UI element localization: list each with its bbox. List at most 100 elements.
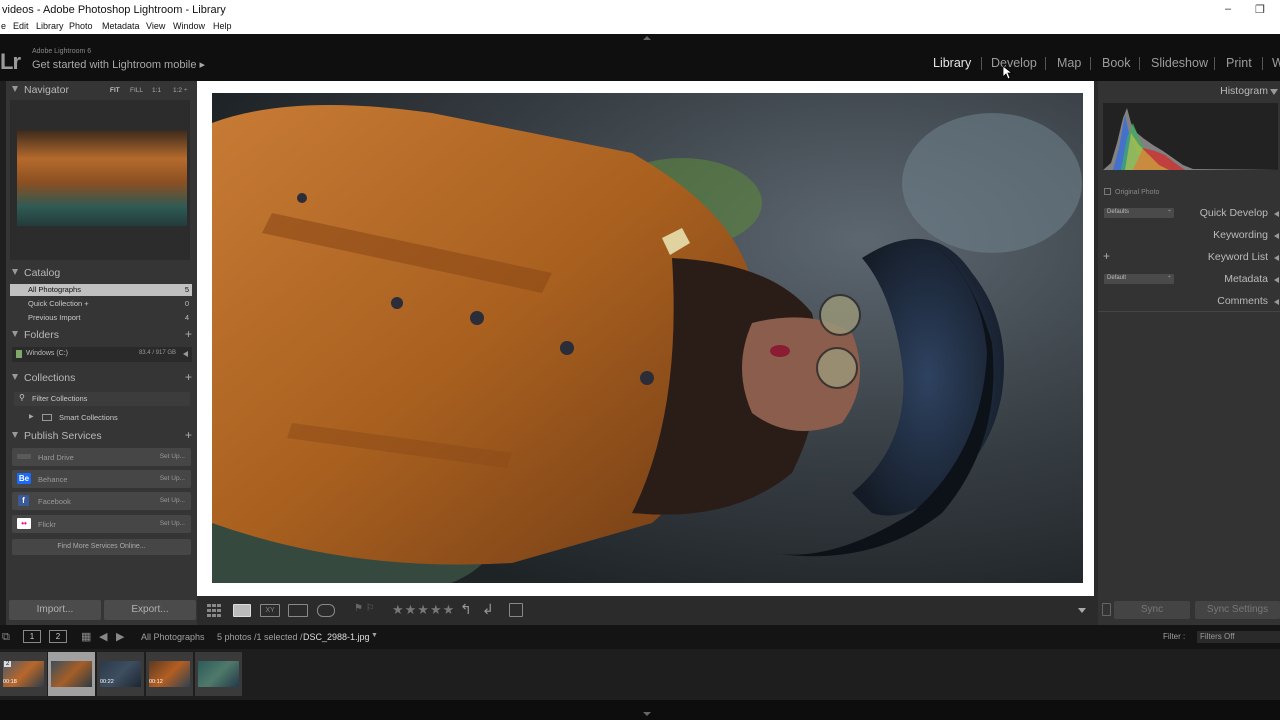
menu-view[interactable]: View [146, 21, 165, 31]
selected-filename[interactable]: DSC_2988-1.jpg [303, 632, 370, 642]
menu-library[interactable]: Library [36, 21, 64, 31]
restore-button[interactable]: ❐ [1255, 3, 1265, 16]
filmstrip-thumbnail[interactable] [195, 652, 242, 696]
publish-facebook[interactable]: f Facebook Set Up... [12, 492, 191, 510]
setup-button[interactable]: Set Up... [160, 453, 185, 460]
crop-overlay-icon[interactable] [509, 603, 523, 617]
menu-file[interactable]: e [1, 21, 6, 31]
module-develop[interactable]: Develop [991, 56, 1037, 70]
main-photo[interactable] [212, 93, 1083, 583]
module-slideshow[interactable]: Slideshow [1151, 56, 1208, 70]
filename-dropdown-icon[interactable]: ▼ [371, 632, 378, 639]
publish-services-header[interactable]: Publish Services + [6, 428, 197, 445]
folder-item-windows-c[interactable]: Windows (C:) 83.4 / 917 GB [12, 347, 192, 362]
add-keyword-icon[interactable]: + [1103, 249, 1110, 263]
survey-view-icon[interactable] [288, 604, 308, 617]
flickr-icon: •• [17, 518, 31, 529]
module-book[interactable]: Book [1102, 56, 1131, 70]
minimize-button[interactable]: – [1225, 3, 1231, 15]
auto-sync-toggle[interactable] [1102, 603, 1111, 616]
menu-window[interactable]: Window [173, 21, 205, 31]
catalog-header[interactable]: Catalog [6, 265, 197, 282]
filmstrip-source[interactable]: All Photographs [141, 632, 205, 642]
collapse-triangle-icon [12, 269, 18, 275]
navigator-thumbnail[interactable] [17, 130, 187, 226]
histogram-header[interactable]: Histogram [1098, 81, 1280, 101]
folders-header[interactable]: Folders + [6, 327, 197, 344]
expand-arrow-icon[interactable] [183, 351, 188, 357]
flag-icons[interactable]: ⚑ ⚐ [354, 603, 375, 614]
collapse-top-arrow-icon[interactable] [643, 36, 651, 40]
module-library[interactable]: Library [933, 56, 971, 70]
filmstrip-thumbnail[interactable] [48, 652, 95, 696]
compare-view-icon[interactable]: XY [260, 604, 280, 617]
forward-arrow-icon[interactable]: ▶ [116, 630, 124, 643]
module-print[interactable]: Print [1226, 56, 1252, 70]
catalog-item-quick-collection[interactable]: Quick Collection + 0 [10, 298, 192, 310]
select-caret-icon: ÷ [1167, 209, 1171, 215]
grid-view-icon[interactable] [207, 604, 225, 617]
main-window-button[interactable]: 1 [23, 630, 41, 643]
nav-1-1-option[interactable]: 1:1 [152, 87, 161, 94]
star-rating[interactable]: ★★★★★ [392, 602, 455, 618]
filter-select[interactable]: Filters Off [1197, 631, 1280, 643]
sync-button[interactable]: Sync [1114, 601, 1190, 619]
menu-help[interactable]: Help [213, 21, 232, 31]
original-photo-checkbox[interactable]: Original Photo [1104, 188, 1159, 196]
thumbnail-image [51, 661, 92, 687]
find-more-services-button[interactable]: Find More Services Online... [12, 539, 191, 555]
navigator-header[interactable]: Navigator FIT FILL 1:1 1:2 ÷ [6, 82, 197, 99]
filter-collections-field[interactable]: ⚲ Filter Collections [14, 392, 190, 406]
second-window-button[interactable]: 2 [49, 630, 67, 643]
metadata-preset-select[interactable]: Default ÷ [1104, 274, 1174, 284]
people-view-icon[interactable] [317, 604, 335, 617]
facebook-icon: f [18, 495, 29, 506]
menu-metadata[interactable]: Metadata [102, 21, 140, 31]
secondary-display-icon[interactable]: ⧉ [2, 631, 10, 644]
add-folder-icon[interactable]: + [185, 327, 192, 341]
filmstrip-thumbnail[interactable]: 00:12 [146, 652, 193, 696]
keyword-list-header[interactable]: + Keyword List [1098, 247, 1280, 267]
back-arrow-icon[interactable]: ◀ [99, 630, 107, 643]
expand-triangle-icon[interactable]: ▶ [29, 413, 34, 420]
publish-flickr[interactable]: •• Flickr Set Up... [12, 515, 191, 533]
checkbox-box[interactable] [1104, 188, 1111, 195]
lightroom-mobile-link[interactable]: Get started with Lightroom mobile ▸ [32, 58, 205, 71]
import-button[interactable]: Import... [9, 600, 101, 620]
collapse-bottom-arrow-icon[interactable] [643, 712, 651, 716]
collection-item-smart-collections[interactable]: ▶ Smart Collections [14, 411, 190, 425]
filmstrip-thumbnail[interactable]: 00:18 2 [0, 652, 47, 696]
module-web[interactable]: W [1272, 56, 1280, 70]
histogram-graph[interactable] [1103, 103, 1278, 170]
smart-collection-icon [42, 414, 52, 421]
saved-preset-select[interactable]: Defaults ÷ [1104, 208, 1174, 218]
nav-1-2-option[interactable]: 1:2 ÷ [173, 87, 187, 94]
catalog-item-all-photographs[interactable]: All Photographs 5 [10, 284, 192, 296]
filmstrip-thumbnail[interactable]: 00:22 [97, 652, 144, 696]
add-publish-service-icon[interactable]: + [185, 428, 192, 442]
setup-button[interactable]: Set Up... [160, 475, 185, 482]
export-button[interactable]: Export... [104, 600, 196, 620]
rotate-right-icon[interactable]: ↲ [482, 601, 494, 618]
add-collection-icon[interactable]: + [185, 370, 192, 384]
module-picker-bar: Lr Adobe Lightroom 6 Get started with Li… [0, 34, 1280, 81]
module-map[interactable]: Map [1057, 56, 1081, 70]
menu-photo[interactable]: Photo [69, 21, 93, 31]
collections-header[interactable]: Collections + [6, 370, 197, 387]
sync-settings-button[interactable]: Sync Settings [1195, 601, 1280, 619]
comments-header[interactable]: Comments [1098, 291, 1280, 311]
setup-button[interactable]: Set Up... [160, 520, 185, 527]
toolbar-content-dropdown-icon[interactable] [1078, 608, 1086, 613]
grid-icon[interactable]: ▦ [81, 630, 91, 643]
catalog-item-previous-import[interactable]: Previous Import 4 [10, 312, 192, 324]
setup-button[interactable]: Set Up... [160, 497, 185, 504]
loupe-view-icon[interactable] [233, 604, 251, 617]
navigator-label: Navigator [24, 84, 69, 96]
publish-behance[interactable]: Be Behance Set Up... [12, 470, 191, 488]
publish-hard-drive[interactable]: Hard Drive Set Up... [12, 448, 191, 466]
menu-edit[interactable]: Edit [13, 21, 29, 31]
keywording-header[interactable]: Keywording [1098, 225, 1280, 245]
rotate-left-icon[interactable]: ↰ [460, 601, 472, 618]
nav-fill-option[interactable]: FILL [130, 87, 143, 94]
nav-fit-option[interactable]: FIT [110, 87, 120, 94]
